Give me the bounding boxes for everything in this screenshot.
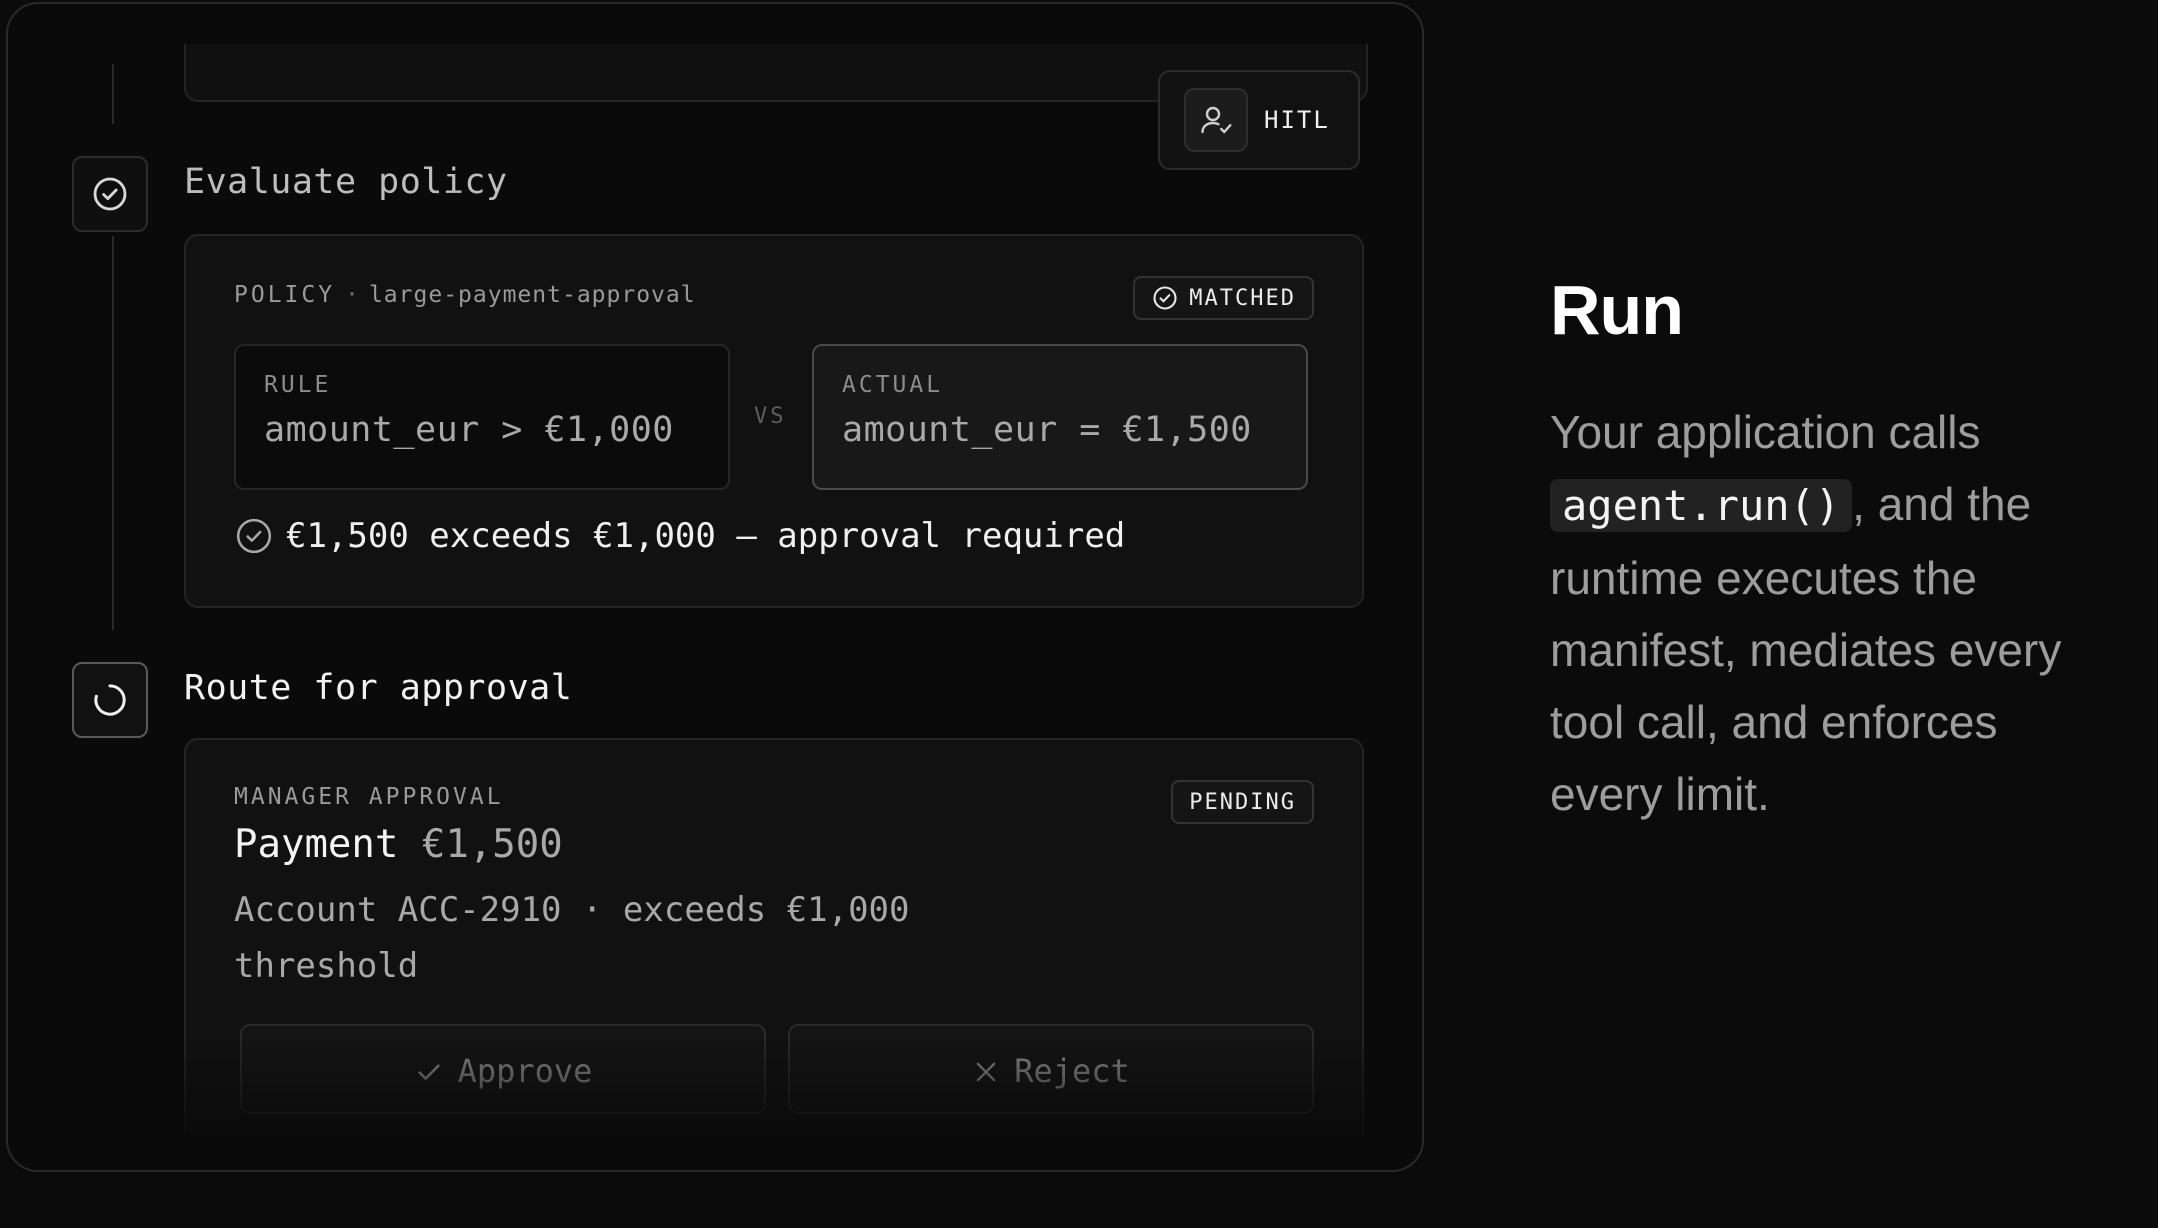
inline-code: agent.run() [1550, 479, 1853, 532]
spinner-icon [94, 684, 126, 716]
matched-badge: MATCHED [1133, 276, 1314, 320]
timeline-line-top [112, 64, 114, 124]
step-status-done [72, 156, 148, 232]
check-circle-icon [1153, 286, 1177, 310]
payment-title: Payment €1,500 [234, 822, 563, 867]
rule-label: RULE [264, 372, 332, 398]
policy-overline: POLICY · large-payment-approval [234, 282, 696, 308]
result-text: €1,500 exceeds €1,000 — approval require… [286, 516, 1126, 556]
pending-status: PENDING [1189, 789, 1296, 815]
policy-label: POLICY [234, 282, 336, 308]
pending-badge: PENDING [1171, 780, 1314, 824]
actual-label: ACTUAL [842, 372, 944, 398]
section-title: Run [1550, 271, 1684, 349]
section-body: Your application calls agent.run(), and … [1550, 396, 2070, 830]
policy-result: €1,500 exceeds €1,000 — approval require… [234, 516, 1125, 556]
reject-label: Reject [1014, 1052, 1130, 1090]
approve-button[interactable]: Approve [240, 1024, 766, 1114]
manager-approval-overline: MANAGER APPROVAL [234, 784, 504, 810]
x-icon [976, 1062, 996, 1082]
step-status-running [72, 662, 148, 738]
timeline-line-middle [112, 236, 114, 630]
check-icon [417, 1064, 440, 1080]
step-title-evaluate: Evaluate policy [184, 162, 508, 202]
actual-value: amount_eur = €1,500 [842, 410, 1252, 450]
payment-description: Account ACC-2910 · exceeds €1,000 thresh… [234, 890, 910, 986]
separator-dot: · [345, 282, 359, 308]
matched-status: MATCHED [1189, 285, 1296, 311]
check-circle-icon [236, 518, 272, 554]
policy-name: large-payment-approval [368, 282, 696, 308]
step-title-route: Route for approval [184, 668, 573, 708]
hitl-badge[interactable]: HITL [1158, 70, 1360, 170]
reject-button[interactable]: Reject [788, 1024, 1314, 1114]
rule-box: RULE amount_eur > €1,000 [234, 344, 730, 490]
approve-label: Approve [457, 1052, 593, 1090]
actual-box: ACTUAL amount_eur = €1,500 [812, 344, 1308, 490]
check-circle-icon [93, 177, 127, 211]
body-text-start: Your application calls [1550, 406, 1981, 458]
policy-card: POLICY · large-payment-approval MATCHED RU… [184, 234, 1364, 608]
payment-label: Payment [234, 822, 399, 867]
vs-label: VS [754, 404, 787, 429]
rule-value: amount_eur > €1,000 [264, 410, 674, 450]
user-check-icon [1184, 88, 1248, 152]
hitl-label: HITL [1264, 106, 1330, 134]
stage: HITL Evaluate policy POLICY · large-paymen… [0, 0, 2158, 1228]
run-panel: HITL Evaluate policy POLICY · large-paymen… [6, 2, 1424, 1172]
payment-amount: €1,500 [421, 822, 563, 867]
